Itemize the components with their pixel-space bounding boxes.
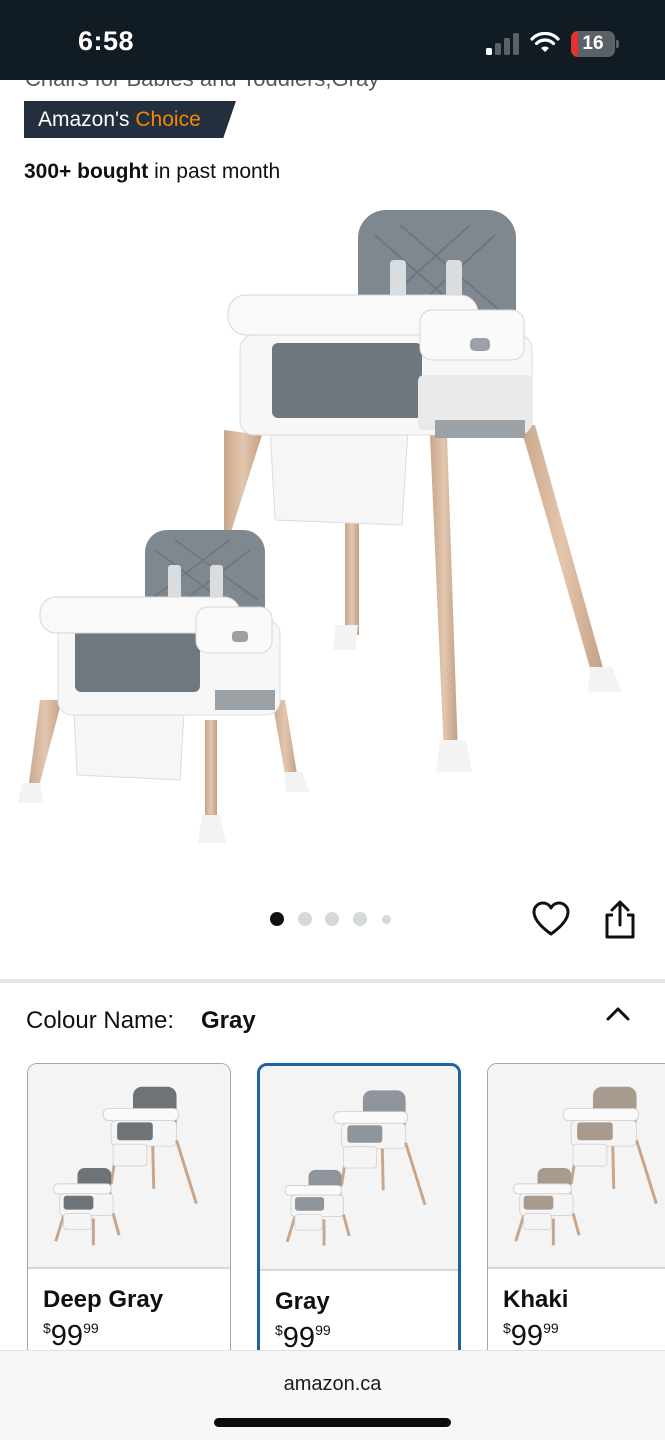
swatch-name: Khaki: [503, 1286, 569, 1313]
product-image[interactable]: [0, 195, 665, 875]
wifi-icon: [530, 32, 560, 52]
status-bar: 6:58 16: [0, 0, 665, 80]
colour-swatch[interactable]: Gray $9999: [257, 1063, 461, 1363]
swatch-price: $9999: [503, 1320, 559, 1353]
price-whole: 99: [50, 1320, 84, 1352]
swatch-image: [28, 1064, 230, 1267]
carousel-dot[interactable]: [382, 915, 391, 924]
swatch-name: Gray: [275, 1288, 330, 1315]
price-fraction: 99: [315, 1322, 331, 1338]
bought-rest: in past month: [154, 160, 281, 183]
battery-icon: 16: [571, 31, 619, 57]
price-fraction: 99: [83, 1320, 99, 1336]
badge-prefix: Amazon's: [38, 108, 130, 131]
carousel-dot[interactable]: [298, 912, 312, 926]
price-symbol: $: [43, 1320, 51, 1336]
home-indicator[interactable]: [214, 1418, 451, 1427]
battery-level: 16: [582, 33, 604, 54]
colour-selected-value: Gray: [201, 1007, 256, 1034]
carousel-dot[interactable]: [353, 912, 367, 926]
carousel-dot[interactable]: [325, 912, 339, 926]
product-title-clip: Chairs for Babies and Toddlers,Gray: [0, 80, 665, 92]
signal-icon: [486, 33, 519, 55]
swatch-name: Deep Gray: [43, 1286, 164, 1313]
carousel-dot[interactable]: [270, 912, 284, 926]
chevron-up-icon[interactable]: [604, 1002, 632, 1024]
browser-bottom-bar: amazon.ca: [0, 1350, 665, 1440]
high-chair-short: [18, 530, 310, 843]
status-time: 6:58: [78, 26, 135, 56]
product-title[interactable]: Chairs for Babies and Toddlers,Gray: [25, 80, 379, 92]
url-label[interactable]: amazon.ca: [0, 1373, 665, 1396]
badge-highlight: Choice: [135, 108, 201, 131]
price-symbol: $: [275, 1322, 283, 1338]
heart-icon[interactable]: [531, 900, 571, 940]
bought-count: 300+ bought in past month: [24, 160, 280, 184]
colour-swatch[interactable]: Deep Gray $9999: [27, 1063, 231, 1363]
badge-text: Amazon's Choice: [38, 108, 201, 132]
price-symbol: $: [503, 1320, 511, 1336]
price-fraction: 99: [543, 1320, 559, 1336]
swatch-price: $9999: [43, 1320, 99, 1353]
high-chair-tall: [224, 210, 622, 772]
price-whole: 99: [510, 1320, 544, 1352]
colour-label: Colour Name:: [26, 1007, 175, 1034]
swatch-image: [488, 1064, 665, 1267]
share-icon[interactable]: [600, 899, 640, 941]
bought-strong: 300+ bought: [24, 160, 149, 183]
section-divider: [0, 979, 665, 983]
colour-swatch[interactable]: Khaki $9999: [487, 1063, 665, 1363]
swatch-image: [260, 1066, 458, 1269]
